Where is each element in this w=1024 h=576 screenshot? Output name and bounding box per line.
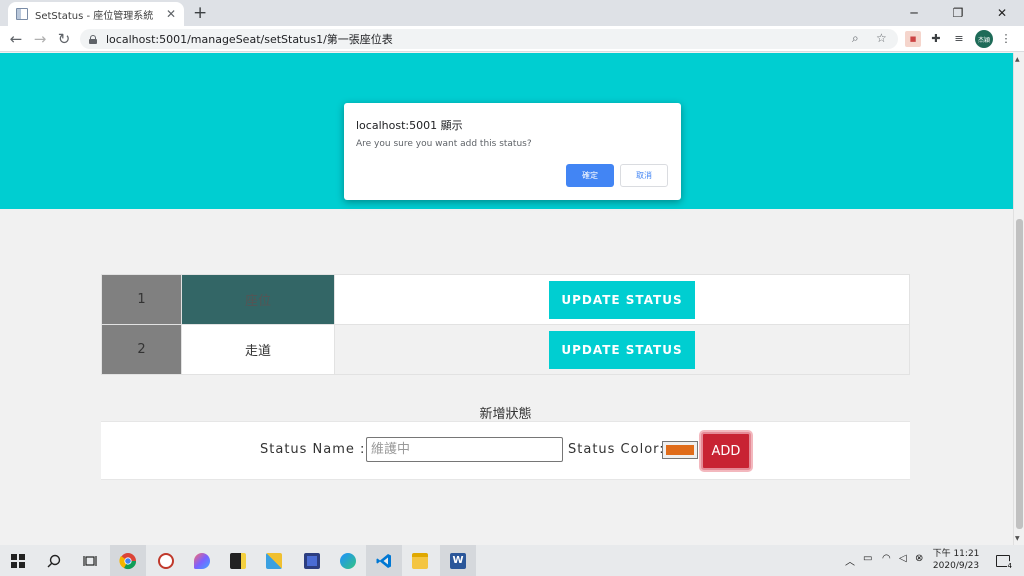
snip-tool-taskbar-icon[interactable] bbox=[256, 545, 292, 576]
minimize-button[interactable]: ─ bbox=[892, 0, 936, 26]
status-action-cell: UPDATE STATUS bbox=[334, 324, 910, 375]
page-viewport: 1 座位 UPDATE STATUS 2 走道 UPDATE STATUS 新增… bbox=[0, 53, 1013, 545]
paint-taskbar-icon[interactable] bbox=[148, 545, 184, 576]
extensions-puzzle-icon[interactable]: ✚ bbox=[928, 31, 944, 47]
menu-kebab-icon[interactable]: ⋮ bbox=[998, 31, 1014, 47]
start-windows-icon[interactable] bbox=[0, 545, 36, 576]
scroll-up-arrow-icon[interactable]: ▲ bbox=[1015, 56, 1020, 63]
ime-icon[interactable]: ⊗ bbox=[915, 553, 923, 564]
battery-icon[interactable]: ▭ bbox=[863, 553, 872, 564]
reload-icon[interactable]: ↻ bbox=[54, 29, 74, 49]
tab-title: SetStatus - 座位管理系統 bbox=[35, 10, 154, 22]
status-id-cell: 2 bbox=[101, 324, 182, 375]
browser-tab[interactable]: SetStatus - 座位管理系統 ✕ bbox=[8, 2, 184, 26]
word-taskbar-icon[interactable]: W bbox=[440, 545, 476, 576]
address-bar[interactable]: localhost:5001/manageSeat/setStatus1/第一張… bbox=[80, 29, 898, 49]
task-view-icon[interactable] bbox=[72, 545, 108, 576]
dialog-title: localhost:5001 顯示 bbox=[356, 119, 463, 132]
status-name-input[interactable] bbox=[366, 437, 563, 462]
status-name-cell: 座位 bbox=[181, 274, 335, 325]
status-color-label: Status Color: bbox=[568, 442, 665, 457]
sticky-notes-taskbar-icon[interactable] bbox=[220, 545, 256, 576]
status-id-cell: 1 bbox=[101, 274, 182, 325]
dialog-message: Are you sure you want add this status? bbox=[356, 139, 532, 149]
tab-close-icon[interactable]: ✕ bbox=[164, 7, 178, 21]
status-action-cell: UPDATE STATUS bbox=[334, 274, 910, 325]
forward-arrow-icon[interactable]: → bbox=[30, 29, 50, 49]
extension-icon[interactable]: ■ bbox=[905, 31, 921, 47]
add-status-button[interactable]: ADD bbox=[701, 432, 751, 470]
wifi-icon[interactable]: ◠ bbox=[882, 553, 891, 564]
scroll-down-arrow-icon[interactable]: ▼ bbox=[1015, 535, 1020, 542]
volume-icon[interactable]: ◁ bbox=[899, 553, 907, 564]
page-favicon-icon bbox=[16, 8, 28, 20]
file-explorer-taskbar-icon[interactable] bbox=[402, 545, 438, 576]
add-status-title: 新增狀態 bbox=[479, 407, 532, 422]
media-queue-icon[interactable]: ≡ bbox=[951, 31, 967, 47]
scrollbar-thumb[interactable] bbox=[1016, 219, 1023, 529]
add-status-panel: Status Name : Status Color: ADD bbox=[101, 421, 910, 480]
notification-center-icon[interactable]: 4 bbox=[990, 545, 1016, 576]
status-name-label: Status Name : bbox=[260, 442, 366, 457]
close-window-button[interactable]: ✕ bbox=[980, 0, 1024, 26]
back-arrow-icon[interactable]: ← bbox=[6, 29, 26, 49]
new-tab-button[interactable]: + bbox=[193, 3, 207, 23]
edge-taskbar-icon[interactable] bbox=[330, 545, 366, 576]
seat-status-table: 1 座位 UPDATE STATUS 2 走道 UPDATE STATUS bbox=[101, 274, 910, 375]
dialog-ok-button[interactable]: 確定 bbox=[566, 164, 614, 187]
status-color-picker[interactable] bbox=[662, 441, 698, 459]
windows-taskbar: W ︿ ▭ ◠ ◁ ⊗ 下午 11:21 2020/9/23 4 bbox=[0, 545, 1024, 576]
restore-button[interactable]: ❐ bbox=[936, 0, 980, 26]
system-clock[interactable]: 下午 11:21 2020/9/23 bbox=[928, 548, 984, 572]
table-row: 1 座位 UPDATE STATUS bbox=[101, 274, 910, 325]
update-status-button[interactable]: UPDATE STATUS bbox=[549, 330, 695, 369]
page-scrollbar[interactable]: ▲ ▼ bbox=[1013, 53, 1024, 545]
browser-tab-strip: SetStatus - 座位管理系統 ✕ + ─ ❐ ✕ bbox=[0, 0, 1024, 26]
vscode-taskbar-icon[interactable] bbox=[366, 545, 402, 576]
zoom-icon[interactable]: ⌕ bbox=[852, 31, 859, 46]
clock-date: 2020/9/23 bbox=[932, 561, 980, 571]
lock-icon bbox=[89, 34, 97, 44]
bookmark-star-icon[interactable]: ☆ bbox=[876, 31, 887, 45]
status-name-cell: 走道 bbox=[181, 324, 335, 375]
profile-avatar[interactable]: 杰穎 bbox=[975, 30, 993, 48]
dialog-cancel-button[interactable]: 取消 bbox=[620, 164, 668, 187]
browser-toolbar: ← → ↻ localhost:5001/manageSeat/setStatu… bbox=[0, 26, 1024, 52]
update-status-button[interactable]: UPDATE STATUS bbox=[549, 280, 695, 319]
paint3d-taskbar-icon[interactable] bbox=[184, 545, 220, 576]
url-text: localhost:5001/manageSeat/setStatus1/第一張… bbox=[106, 33, 393, 46]
search-icon[interactable] bbox=[36, 545, 72, 576]
confirm-dialog: localhost:5001 顯示 Are you sure you want … bbox=[344, 103, 681, 200]
table-row: 2 走道 UPDATE STATUS bbox=[101, 324, 910, 375]
notification-count: 4 bbox=[1006, 560, 1013, 571]
clock-time: 下午 11:21 bbox=[932, 549, 980, 559]
chrome-taskbar-icon[interactable] bbox=[110, 545, 146, 576]
tray-overflow-chevron-icon[interactable]: ︿ bbox=[845, 553, 855, 568]
color-swatch-fill bbox=[666, 445, 694, 455]
calculator-taskbar-icon[interactable] bbox=[294, 545, 330, 576]
screen: SetStatus - 座位管理系統 ✕ + ─ ❐ ✕ ← → ↻ local… bbox=[0, 0, 1024, 576]
